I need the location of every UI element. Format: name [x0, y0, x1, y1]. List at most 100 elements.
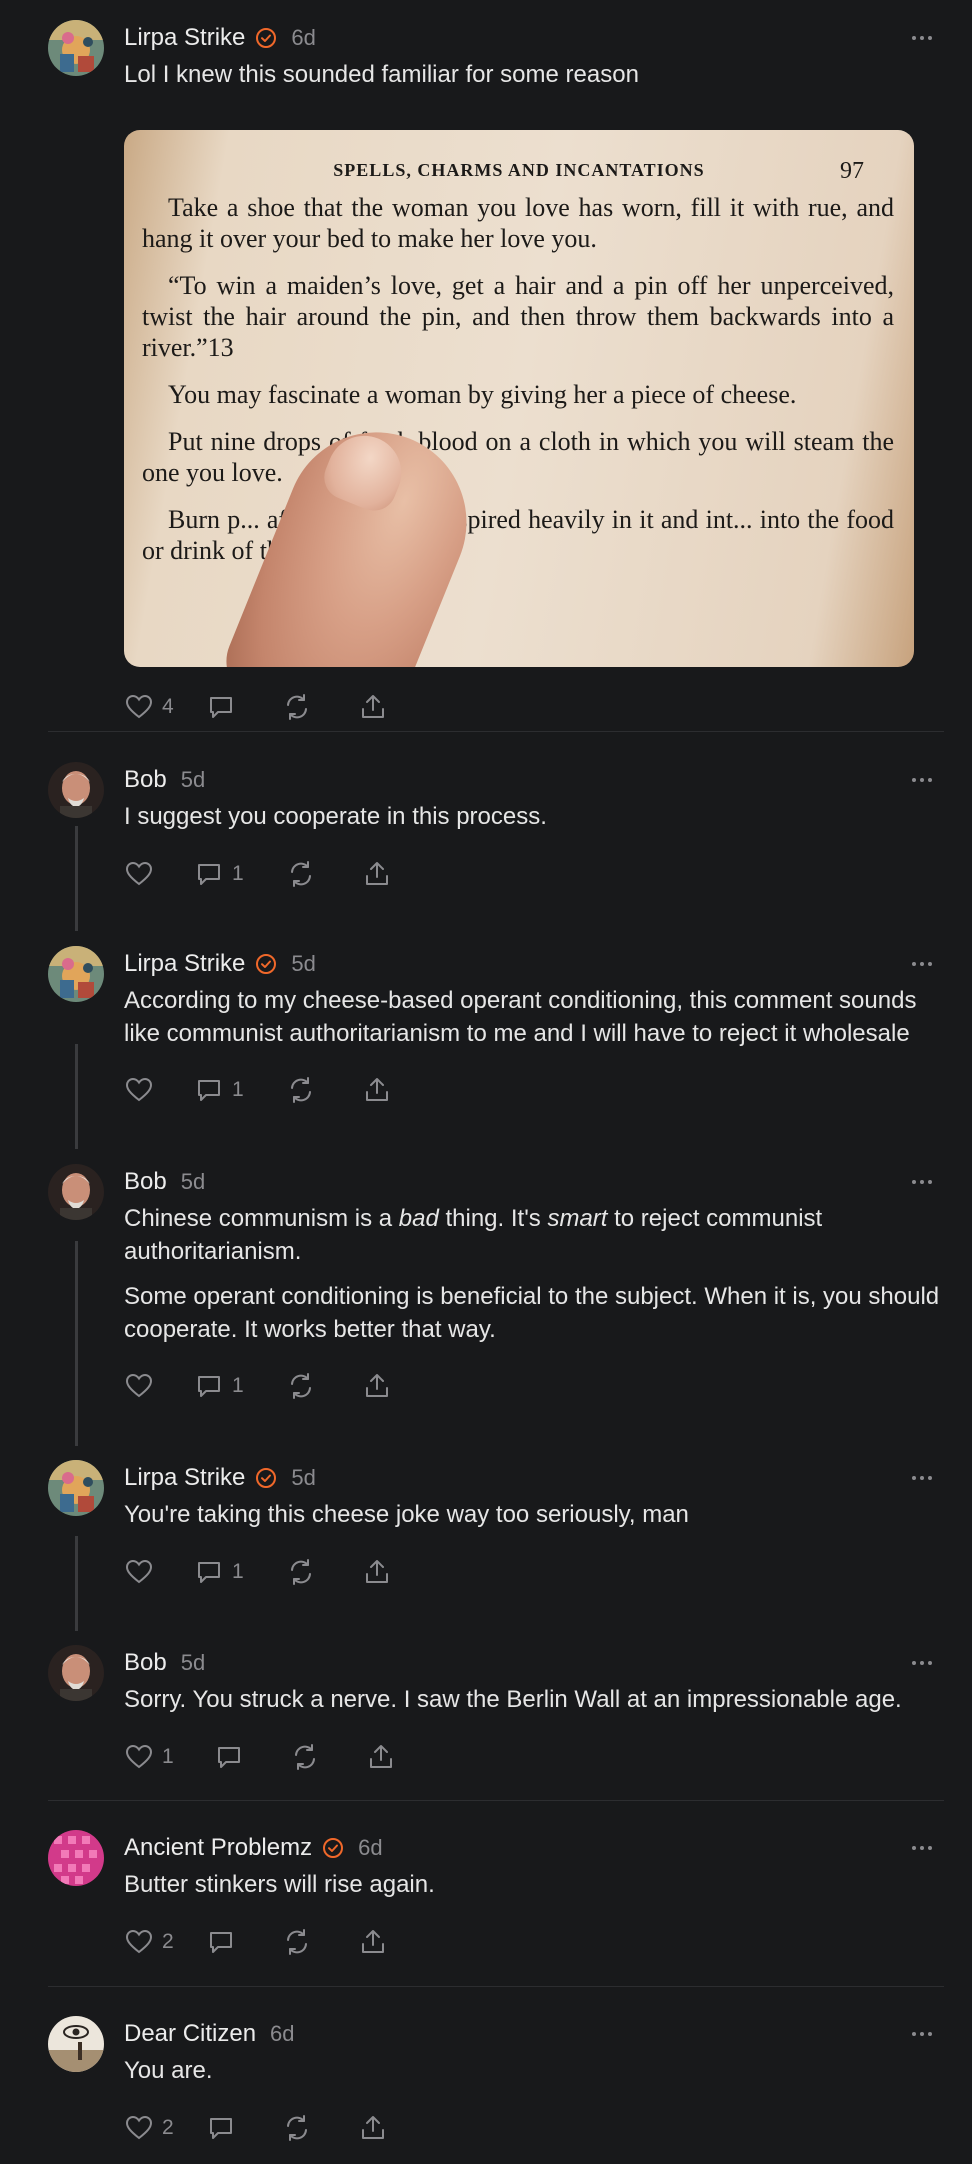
restack-button[interactable] — [282, 687, 358, 727]
book-page-number: 97 — [840, 158, 864, 184]
book-paragraph: Put nine drops of fresh blood on a cloth… — [142, 427, 894, 487]
like-button[interactable]: 4 — [124, 687, 206, 727]
reply-button[interactable]: 1 — [194, 1070, 286, 1110]
action-bar: 1 — [124, 1552, 392, 1592]
reply-button[interactable]: 1 — [194, 854, 286, 894]
like-button[interactable] — [124, 1552, 194, 1592]
more-options-icon[interactable] — [904, 1464, 940, 1492]
avatar[interactable] — [48, 762, 104, 818]
repost-arrows-icon — [287, 694, 307, 720]
share-button[interactable] — [358, 687, 388, 727]
timestamp[interactable]: 5d — [291, 951, 315, 977]
more-options-icon[interactable] — [904, 766, 940, 794]
like-button[interactable] — [124, 1070, 194, 1110]
timestamp[interactable]: 5d — [181, 1650, 205, 1676]
timestamp[interactable]: 6d — [270, 2021, 294, 2047]
share-button[interactable] — [362, 1070, 392, 1110]
like-button[interactable] — [124, 854, 194, 894]
heart-icon — [125, 694, 153, 719]
action-bar: 1 — [124, 854, 392, 894]
repost-arrows-icon — [287, 2115, 307, 2141]
like-button[interactable]: 2 — [124, 1922, 206, 1962]
author-name[interactable]: Ancient Problemz — [124, 1834, 312, 1862]
reply-button[interactable] — [214, 1737, 290, 1777]
comment-body: According to my cheese-based operant con… — [124, 984, 944, 1050]
reply-count: 1 — [232, 1560, 244, 1583]
share-upload-icon — [366, 862, 388, 885]
heart-icon — [125, 1373, 153, 1398]
timestamp[interactable]: 5d — [181, 767, 205, 793]
timestamp[interactable]: 5d — [291, 1465, 315, 1491]
comment-body: Butter stinkers will rise again. — [124, 1868, 944, 1901]
share-button[interactable] — [362, 1552, 392, 1592]
attached-image[interactable]: SPELLS, CHARMS AND INCANTATIONS 97 Take … — [124, 130, 914, 667]
like-button[interactable]: 1 — [124, 1737, 214, 1777]
avatar[interactable] — [48, 1164, 104, 1220]
author-name[interactable]: Lirpa Strike — [124, 24, 245, 52]
author-row: Lirpa Strike 5d — [124, 1460, 316, 1496]
avatar[interactable] — [48, 2016, 104, 2072]
restack-button[interactable] — [282, 1922, 358, 1962]
reply-button[interactable] — [206, 687, 282, 727]
author-name[interactable]: Bob — [124, 766, 167, 794]
speech-bubble-icon — [198, 1376, 220, 1397]
divider — [48, 1800, 944, 1801]
avatar-eye-drawing-icon — [48, 2016, 104, 2072]
author-name[interactable]: Bob — [124, 1649, 167, 1677]
restack-button[interactable] — [286, 854, 362, 894]
more-options-icon[interactable] — [904, 1649, 940, 1677]
share-button[interactable] — [358, 1922, 388, 1962]
restack-button[interactable] — [290, 1737, 366, 1777]
book-page-header: SPELLS, CHARMS AND INCANTATIONS — [333, 160, 705, 180]
like-button[interactable]: 2 — [124, 2108, 206, 2148]
avatar[interactable] — [48, 1460, 104, 1516]
restack-button[interactable] — [286, 1070, 362, 1110]
author-row: Bob 5d — [124, 1645, 205, 1681]
reply-count: 1 — [232, 1078, 244, 1101]
share-button[interactable] — [362, 854, 392, 894]
comment-text: You're taking this cheese joke way too s… — [124, 1501, 689, 1528]
reply-button[interactable] — [206, 1922, 282, 1962]
avatar[interactable] — [48, 20, 104, 76]
more-options-icon[interactable] — [904, 2020, 940, 2048]
share-button[interactable] — [366, 1737, 396, 1777]
avatar[interactable] — [48, 946, 104, 1002]
like-button[interactable] — [124, 1366, 194, 1406]
restack-button[interactable] — [286, 1552, 362, 1592]
book-paragraph: “To win a maiden’s love, get a hair and … — [142, 271, 894, 362]
timestamp[interactable]: 6d — [358, 1835, 382, 1861]
author-name[interactable]: Bob — [124, 1168, 167, 1196]
action-bar: 1 — [124, 1366, 392, 1406]
comment-body: I suggest you cooperate in this process. — [124, 800, 944, 833]
timestamp[interactable]: 5d — [181, 1169, 205, 1195]
share-button[interactable] — [362, 1366, 392, 1406]
avatar[interactable] — [48, 1645, 104, 1701]
author-name[interactable]: Lirpa Strike — [124, 1464, 245, 1492]
comment-text: Chinese communism is a bad thing. It's s… — [124, 1205, 823, 1265]
restack-button[interactable] — [286, 1366, 362, 1406]
reply-button[interactable]: 1 — [194, 1552, 286, 1592]
like-count: 1 — [162, 1745, 174, 1768]
avatar[interactable] — [48, 1830, 104, 1886]
action-bar: 1 — [124, 1070, 392, 1110]
more-options-icon[interactable] — [904, 1168, 940, 1196]
more-options-icon[interactable] — [904, 1834, 940, 1862]
speech-bubble-icon — [210, 2118, 232, 2139]
action-bar: 2 — [124, 1922, 388, 1962]
comment-text: I suggest you cooperate in this process. — [124, 803, 547, 830]
avatar-colorful-illustration-icon — [48, 1460, 104, 1516]
reply-button[interactable] — [206, 2108, 282, 2148]
restack-button[interactable] — [282, 2108, 358, 2148]
action-bar: 2 — [124, 2108, 388, 2148]
share-button[interactable] — [358, 2108, 388, 2148]
author-name[interactable]: Lirpa Strike — [124, 950, 245, 978]
share-upload-icon — [366, 1560, 388, 1583]
more-options-icon[interactable] — [904, 24, 940, 52]
reply-button[interactable]: 1 — [194, 1366, 286, 1406]
author-name[interactable]: Dear Citizen — [124, 2020, 256, 2048]
heart-icon — [125, 1744, 153, 1769]
repost-arrows-icon — [291, 1077, 311, 1103]
author-row: Lirpa Strike 6d — [124, 20, 316, 56]
timestamp[interactable]: 6d — [291, 25, 315, 51]
more-options-icon[interactable] — [904, 950, 940, 978]
